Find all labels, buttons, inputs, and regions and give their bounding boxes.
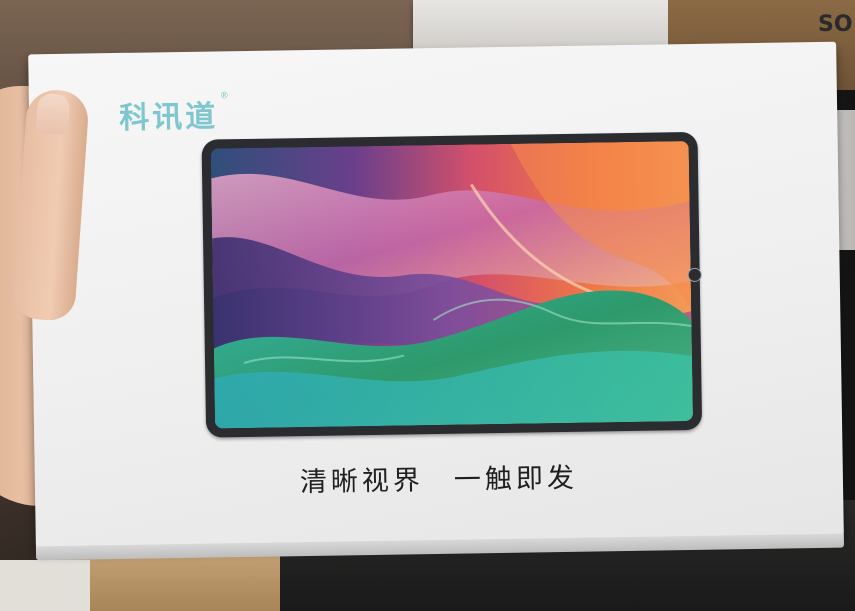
floor-tile <box>0 560 90 611</box>
home-button-icon <box>687 267 702 283</box>
photo-scene: SO 科讯道® 清晰视界 一触即发 <box>0 0 855 611</box>
registered-mark: ® <box>219 91 232 102</box>
brand-name: 科讯道 <box>118 99 219 136</box>
tablet-illustration <box>201 131 703 438</box>
tablet-screen-wallpaper <box>210 141 694 429</box>
tagline-part-1: 清晰视界 <box>299 465 425 499</box>
tagline: 清晰视界 一触即发 <box>35 452 844 504</box>
thumbnail-nail <box>35 92 71 136</box>
tagline-part-2: 一触即发 <box>453 462 579 496</box>
abstract-wallpaper <box>210 141 694 429</box>
brand-logo: 科讯道® <box>119 91 233 137</box>
product-box: 科讯道® 清晰视界 一触即发 <box>28 41 845 561</box>
